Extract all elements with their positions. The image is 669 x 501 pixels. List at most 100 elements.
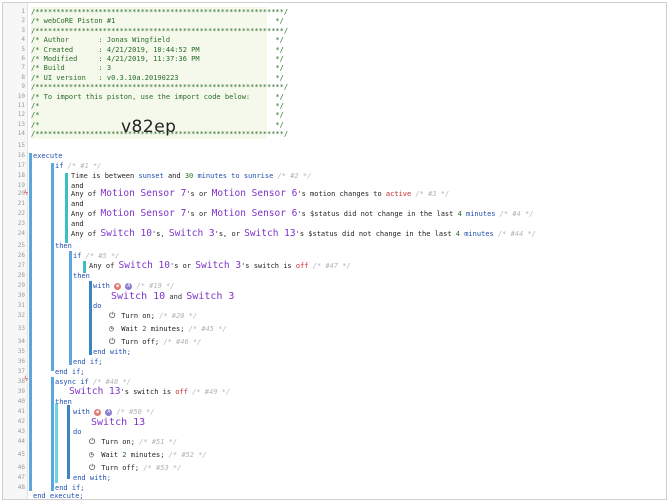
condition-motion-status[interactable]: Any of Motion Sensor 7's or Motion Senso… (71, 209, 533, 219)
keyword-execute[interactable]: execute (33, 152, 63, 160)
condition-time[interactable]: Time is between sunset and 30 minutes to… (71, 171, 311, 181)
piston-code-view: 1 2 3 4 5 6 7 8 9 10 11 12 13 14 15 16 17 18 19 20 21 22 23 24 2… (2, 2, 667, 500)
line-number: 5 (21, 45, 25, 53)
line-number: 43 (17, 428, 25, 435)
task-turn-off[interactable]: ⏻ Turn off; /* #53 */ (89, 463, 181, 473)
line-number: 34 (17, 338, 25, 345)
keyword-if[interactable]: if (55, 162, 63, 170)
line-number: 23 (17, 220, 25, 227)
line-number: 10 (17, 92, 25, 100)
line-number: 47 (17, 474, 25, 481)
async-if-bar (51, 377, 54, 491)
line-number: 33 (17, 325, 25, 332)
line-number: 18 (17, 172, 25, 179)
task-mode-icon[interactable]: ◉ (94, 408, 102, 416)
line-number: 6 (21, 55, 25, 62)
task-turn-on[interactable]: ⏻ Turn on; /* #51 */ (89, 437, 177, 447)
line-number: 40 (17, 398, 25, 405)
keyword-then[interactable]: then (55, 242, 72, 250)
keyword-end-if[interactable]: end if; (55, 368, 85, 376)
keyword-end-with[interactable]: end with; (73, 474, 111, 482)
keyword-then[interactable]: then (55, 398, 72, 406)
condition-icon[interactable]: A (125, 282, 133, 290)
keyword-with[interactable]: with (73, 408, 90, 416)
line-number: 26 (17, 252, 25, 259)
trigger-lightning-icon: ϟ (24, 375, 29, 383)
execute-block-bar (29, 153, 32, 491)
task-mode-icon[interactable]: ◉ (114, 282, 122, 290)
line-number: 3 (21, 26, 25, 34)
condition-group-bar (65, 173, 68, 243)
keyword-then[interactable]: then (73, 272, 90, 280)
condition-switch13-off[interactable]: Switch 13's switch is off /* #49 */ (69, 387, 230, 397)
power-icon: ⏻ (89, 463, 96, 472)
clock-icon: ◷ (109, 324, 114, 333)
keyword-async-if[interactable]: async if (55, 378, 89, 386)
keyword-end-if[interactable]: end if; (73, 358, 103, 366)
task-wait[interactable]: ◷ Wait 2 minutes; /* #52 */ (89, 450, 207, 460)
with-block-bar (89, 281, 92, 355)
line-number: 41 (17, 408, 25, 415)
line-number: 37 (17, 368, 25, 375)
line-number: 1 (21, 8, 25, 15)
keyword-if[interactable]: if (73, 252, 81, 260)
operator-and[interactable]: and (71, 200, 84, 208)
trigger-lightning-icon: ϟ (24, 189, 29, 197)
operator-and[interactable]: and (71, 220, 84, 228)
keyword-with[interactable]: with (93, 282, 110, 290)
line-number: 12 (17, 111, 25, 119)
nested-if-bar (69, 251, 72, 365)
statement-id: /* #1 */ (67, 162, 102, 170)
with-device[interactable]: Switch 13 (91, 417, 145, 429)
condition-motion-changes[interactable]: Any of Motion Sensor 7's or Motion Senso… (71, 189, 449, 199)
line-number: 48 (17, 484, 25, 491)
condition-icon[interactable]: A (105, 408, 113, 416)
keyword-do[interactable]: do (93, 302, 101, 310)
keyword-do[interactable]: do (73, 428, 81, 436)
condition-switch-status[interactable]: Any of Switch 10's, Switch 3's, or Switc… (71, 229, 536, 239)
keyword-end-execute[interactable]: end execute; (33, 492, 84, 500)
import-code: v82ep (121, 117, 177, 137)
line-number: 8 (21, 73, 25, 81)
line-number: 25 (17, 242, 25, 249)
line-number: 19 (17, 182, 25, 189)
task-turn-off[interactable]: ⏻ Turn off; /* #46 */ (109, 337, 201, 347)
line-number: 28 (17, 272, 25, 279)
line-number: 22 (17, 210, 25, 217)
line-number: 32 (17, 312, 25, 319)
line-number: 29 (17, 282, 25, 289)
line-number: 13 (17, 120, 25, 128)
line-number: 38 (17, 378, 25, 385)
line-number: 21 (17, 200, 25, 207)
line-number: 11 (17, 102, 25, 109)
line-number: 7 (21, 64, 25, 72)
task-turn-on[interactable]: ⏻ Turn on; /* #20 */ (109, 311, 197, 321)
line-number: 45 (17, 451, 25, 458)
condition-switch-off[interactable]: Any of Switch 10's or Switch 3's switch … (89, 261, 351, 271)
line-number: 20 (17, 190, 25, 197)
line-number: 24 (17, 230, 25, 237)
line-number: 30 (17, 292, 25, 299)
line-number: 9 (21, 83, 25, 91)
line-number: 14 (17, 130, 25, 138)
async-then-bar (55, 403, 58, 483)
line-number: 4 (21, 36, 25, 44)
line-number-gutter: 1 2 3 4 5 6 7 8 9 10 11 12 13 14 15 16 17 18 19 20 21 22 23 24 2… (3, 3, 28, 499)
clock-icon: ◷ (89, 450, 94, 459)
line-number: 39 (17, 388, 25, 395)
power-icon: ⏻ (109, 311, 116, 320)
line-number: 27 (17, 262, 25, 269)
keyword-end-with[interactable]: end with; (93, 348, 131, 356)
task-wait[interactable]: ◷ Wait 2 minutes; /* #45 */ (109, 324, 227, 334)
line-number: 15 (17, 142, 25, 149)
line-number: 31 (17, 302, 25, 309)
line-number: 36 (17, 358, 25, 365)
line-number: 16 (17, 152, 25, 159)
with-devices[interactable]: Switch 10 and Switch 3 (111, 291, 234, 303)
with-block-bar-2 (67, 405, 70, 479)
line-number: 42 (17, 418, 25, 425)
line-number: 17 (17, 162, 25, 169)
line-number: 46 (17, 464, 25, 471)
power-icon: ⏻ (89, 437, 96, 446)
line-number: 44 (17, 438, 25, 445)
